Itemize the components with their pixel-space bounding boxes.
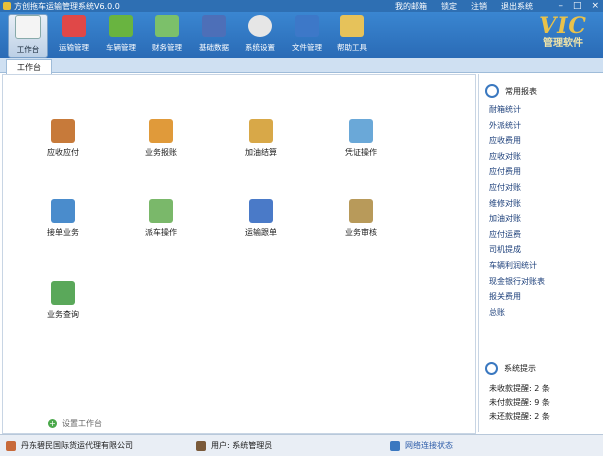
mailbox-link[interactable]: 我的邮箱 [395, 1, 427, 12]
report-item[interactable]: 维修对账 [489, 196, 601, 212]
title-bar: 方创拖车运输管理系统V6.0.0 我的邮箱 锁定 注销 退出系统 – □ × [0, 0, 603, 12]
report-item[interactable]: 外派统计 [489, 118, 601, 134]
report-header: 常用报表 [479, 74, 601, 98]
toolbar-desk[interactable]: 工作台 [8, 14, 48, 58]
report-item[interactable]: 应收对账 [489, 149, 601, 165]
report-item[interactable]: 总账 [489, 305, 601, 321]
toolbar-finance[interactable]: 财务管理 [148, 15, 186, 57]
module-order-intake[interactable]: 接单业务 [33, 199, 93, 238]
toolbar-help[interactable]: 帮助工具 [333, 15, 371, 57]
report-item[interactable]: 耐箱统计 [489, 102, 601, 118]
report-item[interactable]: 应付运费 [489, 227, 601, 243]
module-fuel-settlement[interactable]: 加油结算 [231, 119, 291, 158]
close-button[interactable]: × [591, 1, 599, 11]
notice-list: 未收款提醒: 2 条 未付款提醒: 9 条 未还款提醒: 2 条 [489, 382, 550, 424]
logout-link[interactable]: 注销 [471, 1, 487, 12]
report-title: 常用报表 [505, 86, 537, 96]
module-tracking[interactable]: 运输跟单 [231, 199, 291, 238]
query-icon [51, 281, 75, 305]
settings-workbench-link[interactable]: + 设置工作台 [48, 418, 102, 429]
status-network: 网络连接状态 [390, 440, 453, 451]
toolbar-settings[interactable]: 系统设置 [241, 15, 279, 57]
dispatch-icon [149, 199, 173, 223]
status-bar: 丹东碧民国际货运代理有限公司 用户: 系统管理员 网络连接状态 [0, 434, 603, 456]
maximize-button[interactable]: □ [573, 1, 582, 11]
tools-icon [340, 15, 364, 37]
plus-icon: + [48, 419, 57, 428]
report-item[interactable]: 加油对账 [489, 211, 601, 227]
order-icon [51, 199, 75, 223]
vic-logo: VIC 管理软件 [539, 13, 587, 49]
module-query[interactable]: 业务查询 [33, 281, 93, 320]
main-toolbar: 工作台 运输管理 车辆管理 财务管理 基础数据 系统设置 文件管理 帮助工具 V… [0, 12, 603, 58]
gear-icon [248, 15, 272, 37]
audit-icon [349, 199, 373, 223]
module-dispatch[interactable]: 派车操作 [131, 199, 191, 238]
report-sidebar: 常用报表 耐箱统计 外派统计 应收费用 应收对账 应付费用 应付对账 维修对账 … [478, 74, 601, 432]
status-user: 用户: 系统管理员 [196, 440, 272, 451]
report-item[interactable]: 车辆利润统计 [489, 258, 601, 274]
user-icon [196, 440, 206, 451]
report-item[interactable]: 应付费用 [489, 164, 601, 180]
database-icon [202, 15, 226, 37]
report-item[interactable]: 司机提成 [489, 242, 601, 258]
report-item[interactable]: 现金银行对账表 [489, 274, 601, 290]
network-icon [390, 440, 400, 451]
tab-strip: 工作台 [0, 58, 603, 75]
report-list: 耐箱统计 外派统计 应收费用 应收对账 应付费用 应付对账 维修对账 加油对账 … [479, 102, 601, 320]
exit-link[interactable]: 退出系统 [501, 1, 533, 12]
fuel-icon [249, 119, 273, 143]
window-controls: – □ × [558, 1, 599, 11]
notice-unreceived[interactable]: 未收款提醒: 2 条 [489, 382, 550, 396]
clock-icon [485, 362, 498, 375]
toolbar-basedata[interactable]: 基础数据 [195, 15, 233, 57]
notice-unpaid[interactable]: 未付款提醒: 9 条 [489, 396, 550, 410]
money-icon [155, 15, 179, 37]
module-receivable-payable[interactable]: 应收应付 [33, 119, 93, 158]
status-company: 丹东碧民国际货运代理有限公司 [6, 440, 133, 451]
window-title: 方创拖车运输管理系统V6.0.0 [14, 2, 120, 11]
report-item[interactable]: 应收费用 [489, 133, 601, 149]
module-expense-report[interactable]: 业务报账 [131, 119, 191, 158]
lock-link[interactable]: 锁定 [441, 1, 457, 12]
toolbar-transport[interactable]: 运输管理 [55, 15, 93, 57]
workbench-panel: 应收应付 业务报账 加油结算 凭证操作 接单业务 派车操作 运输跟单 业务审核 … [2, 74, 476, 434]
voucher-icon [349, 119, 373, 143]
report-item[interactable]: 报关费用 [489, 289, 601, 305]
module-voucher[interactable]: 凭证操作 [331, 119, 391, 158]
search-icon [485, 84, 499, 98]
ledger-icon [51, 119, 75, 143]
report-item[interactable]: 应付对账 [489, 180, 601, 196]
tab-workbench[interactable]: 工作台 [6, 59, 52, 75]
top-links: 我的邮箱 锁定 注销 退出系统 [395, 1, 533, 12]
minimize-button[interactable]: – [558, 1, 563, 11]
tracking-icon [249, 199, 273, 223]
home-icon [6, 440, 16, 451]
toolbar-files[interactable]: 文件管理 [288, 15, 326, 57]
toolbar-vehicle[interactable]: 车辆管理 [102, 15, 140, 57]
notice-title: 系统提示 [504, 364, 536, 373]
calculator-icon [149, 119, 173, 143]
app-icon [3, 2, 11, 10]
vehicle-icon [109, 15, 133, 37]
notice-header: 系统提示 [485, 362, 536, 375]
notice-unreturned[interactable]: 未还款提醒: 2 条 [489, 410, 550, 424]
folder-icon [295, 15, 319, 37]
desk-icon [15, 15, 41, 39]
module-audit[interactable]: 业务审核 [331, 199, 391, 238]
truck-icon [62, 15, 86, 37]
